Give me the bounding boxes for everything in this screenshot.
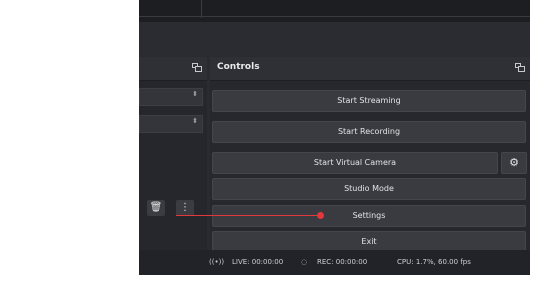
settings-button[interactable]: Settings <box>212 205 526 227</box>
left-dock-header <box>139 57 207 81</box>
broadcast-icon: ((•)) <box>209 258 225 266</box>
cpu-status: CPU: 1.7%, 60.00 fps <box>397 258 471 266</box>
start-streaming-button[interactable]: Start Streaming <box>212 90 526 112</box>
spinner-icon[interactable]: ⬍ <box>192 118 198 130</box>
left-dock: ⬍ ⬍ 🗑 ⋮ <box>139 57 207 271</box>
start-virtual-camera-button[interactable]: Start Virtual Camera <box>212 152 498 174</box>
spinner-icon[interactable]: ⬍ <box>192 91 198 103</box>
controls-dock-title: Controls <box>217 62 260 72</box>
obs-window: ⬍ ⬍ 🗑 ⋮ Controls Start Streaming Start R… <box>139 0 530 275</box>
annotation-arrow <box>176 215 320 216</box>
gear-icon[interactable]: ⚙ <box>501 152 527 174</box>
controls-dock: Controls Start Streaming Start Recording… <box>210 57 530 254</box>
start-recording-button[interactable]: Start Recording <box>212 121 526 143</box>
live-status: LIVE: 00:00:00 <box>232 258 284 266</box>
divider <box>139 16 530 17</box>
studio-mode-button[interactable]: Studio Mode <box>212 178 526 200</box>
undock-icon[interactable] <box>192 63 202 73</box>
record-icon: ◌ <box>301 258 308 266</box>
annotation-arrowhead <box>317 212 324 219</box>
more-vertical-icon[interactable]: ⋮ <box>176 200 194 216</box>
undock-icon[interactable] <box>515 63 525 73</box>
left-dock-field[interactable]: ⬍ <box>139 88 203 106</box>
dock-area-background <box>139 22 530 55</box>
controls-dock-header: Controls <box>210 57 530 81</box>
preview-area-top <box>139 0 530 22</box>
status-bar: ((•)) LIVE: 00:00:00 ◌ REC: 00:00:00 CPU… <box>139 250 530 275</box>
rec-status: REC: 00:00:00 <box>317 258 368 266</box>
trash-icon[interactable]: 🗑 <box>147 200 165 216</box>
left-dock-field[interactable]: ⬍ <box>139 115 203 133</box>
